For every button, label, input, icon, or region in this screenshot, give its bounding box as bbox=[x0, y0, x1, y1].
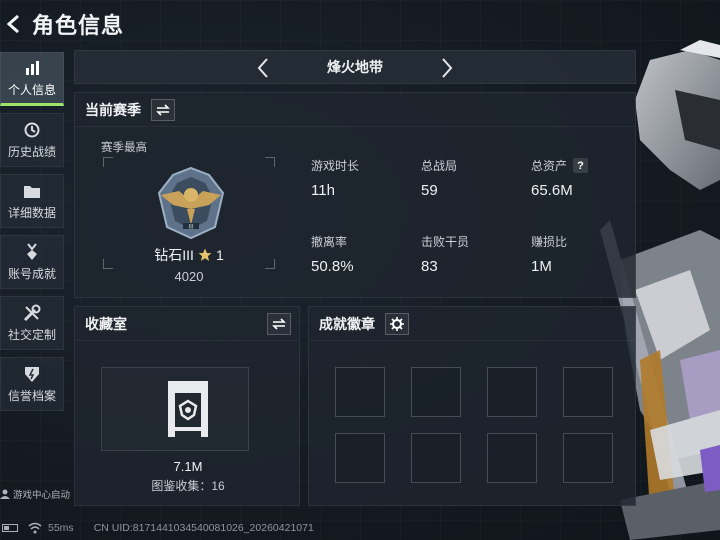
shield-icon bbox=[22, 365, 42, 383]
user-uid: CN UID:8171441034540081026_20260421071 bbox=[93, 522, 314, 534]
sidebar-item-achievements[interactable]: 账号成就 bbox=[0, 235, 64, 289]
achievement-title: 成就徽章 bbox=[319, 315, 375, 332]
collection-value: 7.1M bbox=[173, 459, 203, 474]
badge-slot[interactable] bbox=[411, 367, 461, 417]
stat-label: 击败干员 bbox=[421, 235, 470, 249]
back-button[interactable] bbox=[2, 9, 24, 39]
map-name: 烽火地带 bbox=[327, 59, 383, 75]
svg-text:III: III bbox=[188, 224, 194, 231]
folder-icon bbox=[22, 182, 42, 200]
help-icon[interactable]: ? bbox=[573, 158, 589, 173]
badge-slot[interactable] bbox=[563, 367, 613, 417]
rank-name-line: 钻石III 1 bbox=[103, 245, 275, 265]
prev-map-button[interactable] bbox=[251, 54, 275, 82]
collection-panel[interactable]: 收藏室 7.1M 图鉴收集：16 bbox=[74, 306, 300, 506]
chevron-right-icon bbox=[442, 58, 453, 78]
history-icon bbox=[22, 121, 42, 139]
chevron-left-icon bbox=[6, 14, 19, 34]
sidebar-item-reputation[interactable]: 信誉档案 bbox=[0, 357, 64, 411]
wifi-icon bbox=[28, 522, 42, 534]
collection-title: 收藏室 bbox=[85, 315, 127, 332]
badge-slot[interactable] bbox=[487, 367, 537, 417]
swap-icon bbox=[272, 317, 286, 330]
switch-season-button[interactable] bbox=[151, 98, 175, 121]
badge-slot[interactable] bbox=[487, 433, 537, 483]
stat-value: 1M bbox=[531, 258, 552, 275]
stat-total-assets: 总资产 ? 65.6M bbox=[531, 157, 589, 199]
stat-label: 赚损比 bbox=[531, 235, 568, 249]
sidebar-item-label: 详细数据 bbox=[7, 205, 56, 220]
sidebar-item-personal-info[interactable]: 个人信息 bbox=[0, 52, 64, 106]
sidebar-item-label: 历史战绩 bbox=[7, 144, 56, 159]
sidebar-item-detailed-data[interactable]: 详细数据 bbox=[0, 174, 64, 228]
stat-playtime: 游戏时长 11h bbox=[311, 157, 359, 199]
stat-total-matches: 总战局 59 bbox=[421, 157, 457, 199]
stat-profit-loss-ratio: 赚损比 1M bbox=[531, 233, 567, 275]
season-panel-header: 当前赛季 bbox=[75, 93, 635, 127]
map-selector: 烽火地带 bbox=[74, 50, 636, 84]
achievement-badges-panel: 成就徽章 bbox=[308, 306, 636, 506]
badge-slot[interactable] bbox=[335, 433, 385, 483]
badge-slot[interactable] bbox=[335, 367, 385, 417]
stat-label: 总资产 bbox=[531, 159, 568, 173]
chevron-left-icon bbox=[257, 58, 268, 78]
stat-value: 59 bbox=[421, 182, 438, 199]
sidebar-item-social[interactable]: 社交定制 bbox=[0, 296, 64, 350]
sidebar-item-label: 信誉档案 bbox=[7, 388, 56, 403]
gear-icon bbox=[390, 316, 404, 331]
rank-name: 钻石III bbox=[154, 247, 194, 263]
medal-icon bbox=[22, 242, 42, 261]
stat-label: 撤离率 bbox=[311, 235, 348, 249]
rank-stars: 1 bbox=[215, 247, 224, 263]
stat-operators-defeated: 击败干员 83 bbox=[421, 233, 469, 275]
tools-icon bbox=[22, 304, 42, 322]
page-title: 角色信息 bbox=[32, 13, 125, 38]
rank-badge-icon: III bbox=[157, 166, 225, 240]
current-season-panel: 当前赛季 赛季最高 III 钻石III 1 4020 游戏时长 11h 总战局 … bbox=[74, 92, 636, 298]
switch-collection-button[interactable] bbox=[267, 312, 291, 335]
sidebar: 个人信息 历史战绩 详细数据 账号成就 社交定制 信誉档案 bbox=[0, 52, 64, 418]
battery-icon bbox=[2, 524, 18, 532]
next-map-button[interactable] bbox=[435, 54, 459, 82]
season-best-label: 赛季最高 bbox=[101, 142, 147, 154]
game-center-hint: 游戏中心启动 bbox=[0, 487, 70, 501]
stat-label: 游戏时长 bbox=[311, 159, 360, 173]
badge-slot[interactable] bbox=[563, 433, 613, 483]
sidebar-item-label: 账号成就 bbox=[7, 266, 56, 281]
user-icon bbox=[0, 489, 10, 499]
sidebar-item-label: 个人信息 bbox=[7, 82, 56, 97]
display-case-icon bbox=[168, 381, 208, 437]
stat-label: 总战局 bbox=[421, 159, 458, 173]
achievement-panel-header: 成就徽章 bbox=[309, 307, 635, 341]
sidebar-item-history[interactable]: 历史战绩 bbox=[0, 113, 64, 167]
rank-display: III 钻石III 1 4020 bbox=[103, 157, 275, 284]
rank-score: 4020 bbox=[174, 269, 204, 284]
status-footer: 55ms CN UID:8171441034540081026_20260421… bbox=[0, 516, 720, 540]
stat-value: 65.6M bbox=[531, 182, 573, 199]
stat-value: 11h bbox=[311, 182, 335, 199]
stat-extraction-rate: 撤离率 50.8% bbox=[311, 233, 354, 275]
collection-panel-header: 收藏室 bbox=[75, 307, 299, 341]
badge-slot[interactable] bbox=[411, 433, 461, 483]
bar-chart-icon bbox=[22, 59, 42, 77]
swap-icon bbox=[156, 103, 170, 116]
stat-value: 83 bbox=[421, 258, 438, 275]
badge-settings-button[interactable] bbox=[385, 312, 409, 335]
star-icon bbox=[198, 248, 212, 261]
sidebar-item-label: 社交定制 bbox=[7, 327, 56, 342]
collection-count: 图鉴收集：16 bbox=[151, 479, 225, 493]
stat-value: 50.8% bbox=[311, 258, 354, 275]
season-title: 当前赛季 bbox=[85, 101, 141, 118]
page-header: 角色信息 bbox=[0, 0, 380, 48]
launch-hint-text: 游戏中心启动 bbox=[13, 490, 71, 501]
ping-value: 55ms bbox=[48, 522, 74, 534]
